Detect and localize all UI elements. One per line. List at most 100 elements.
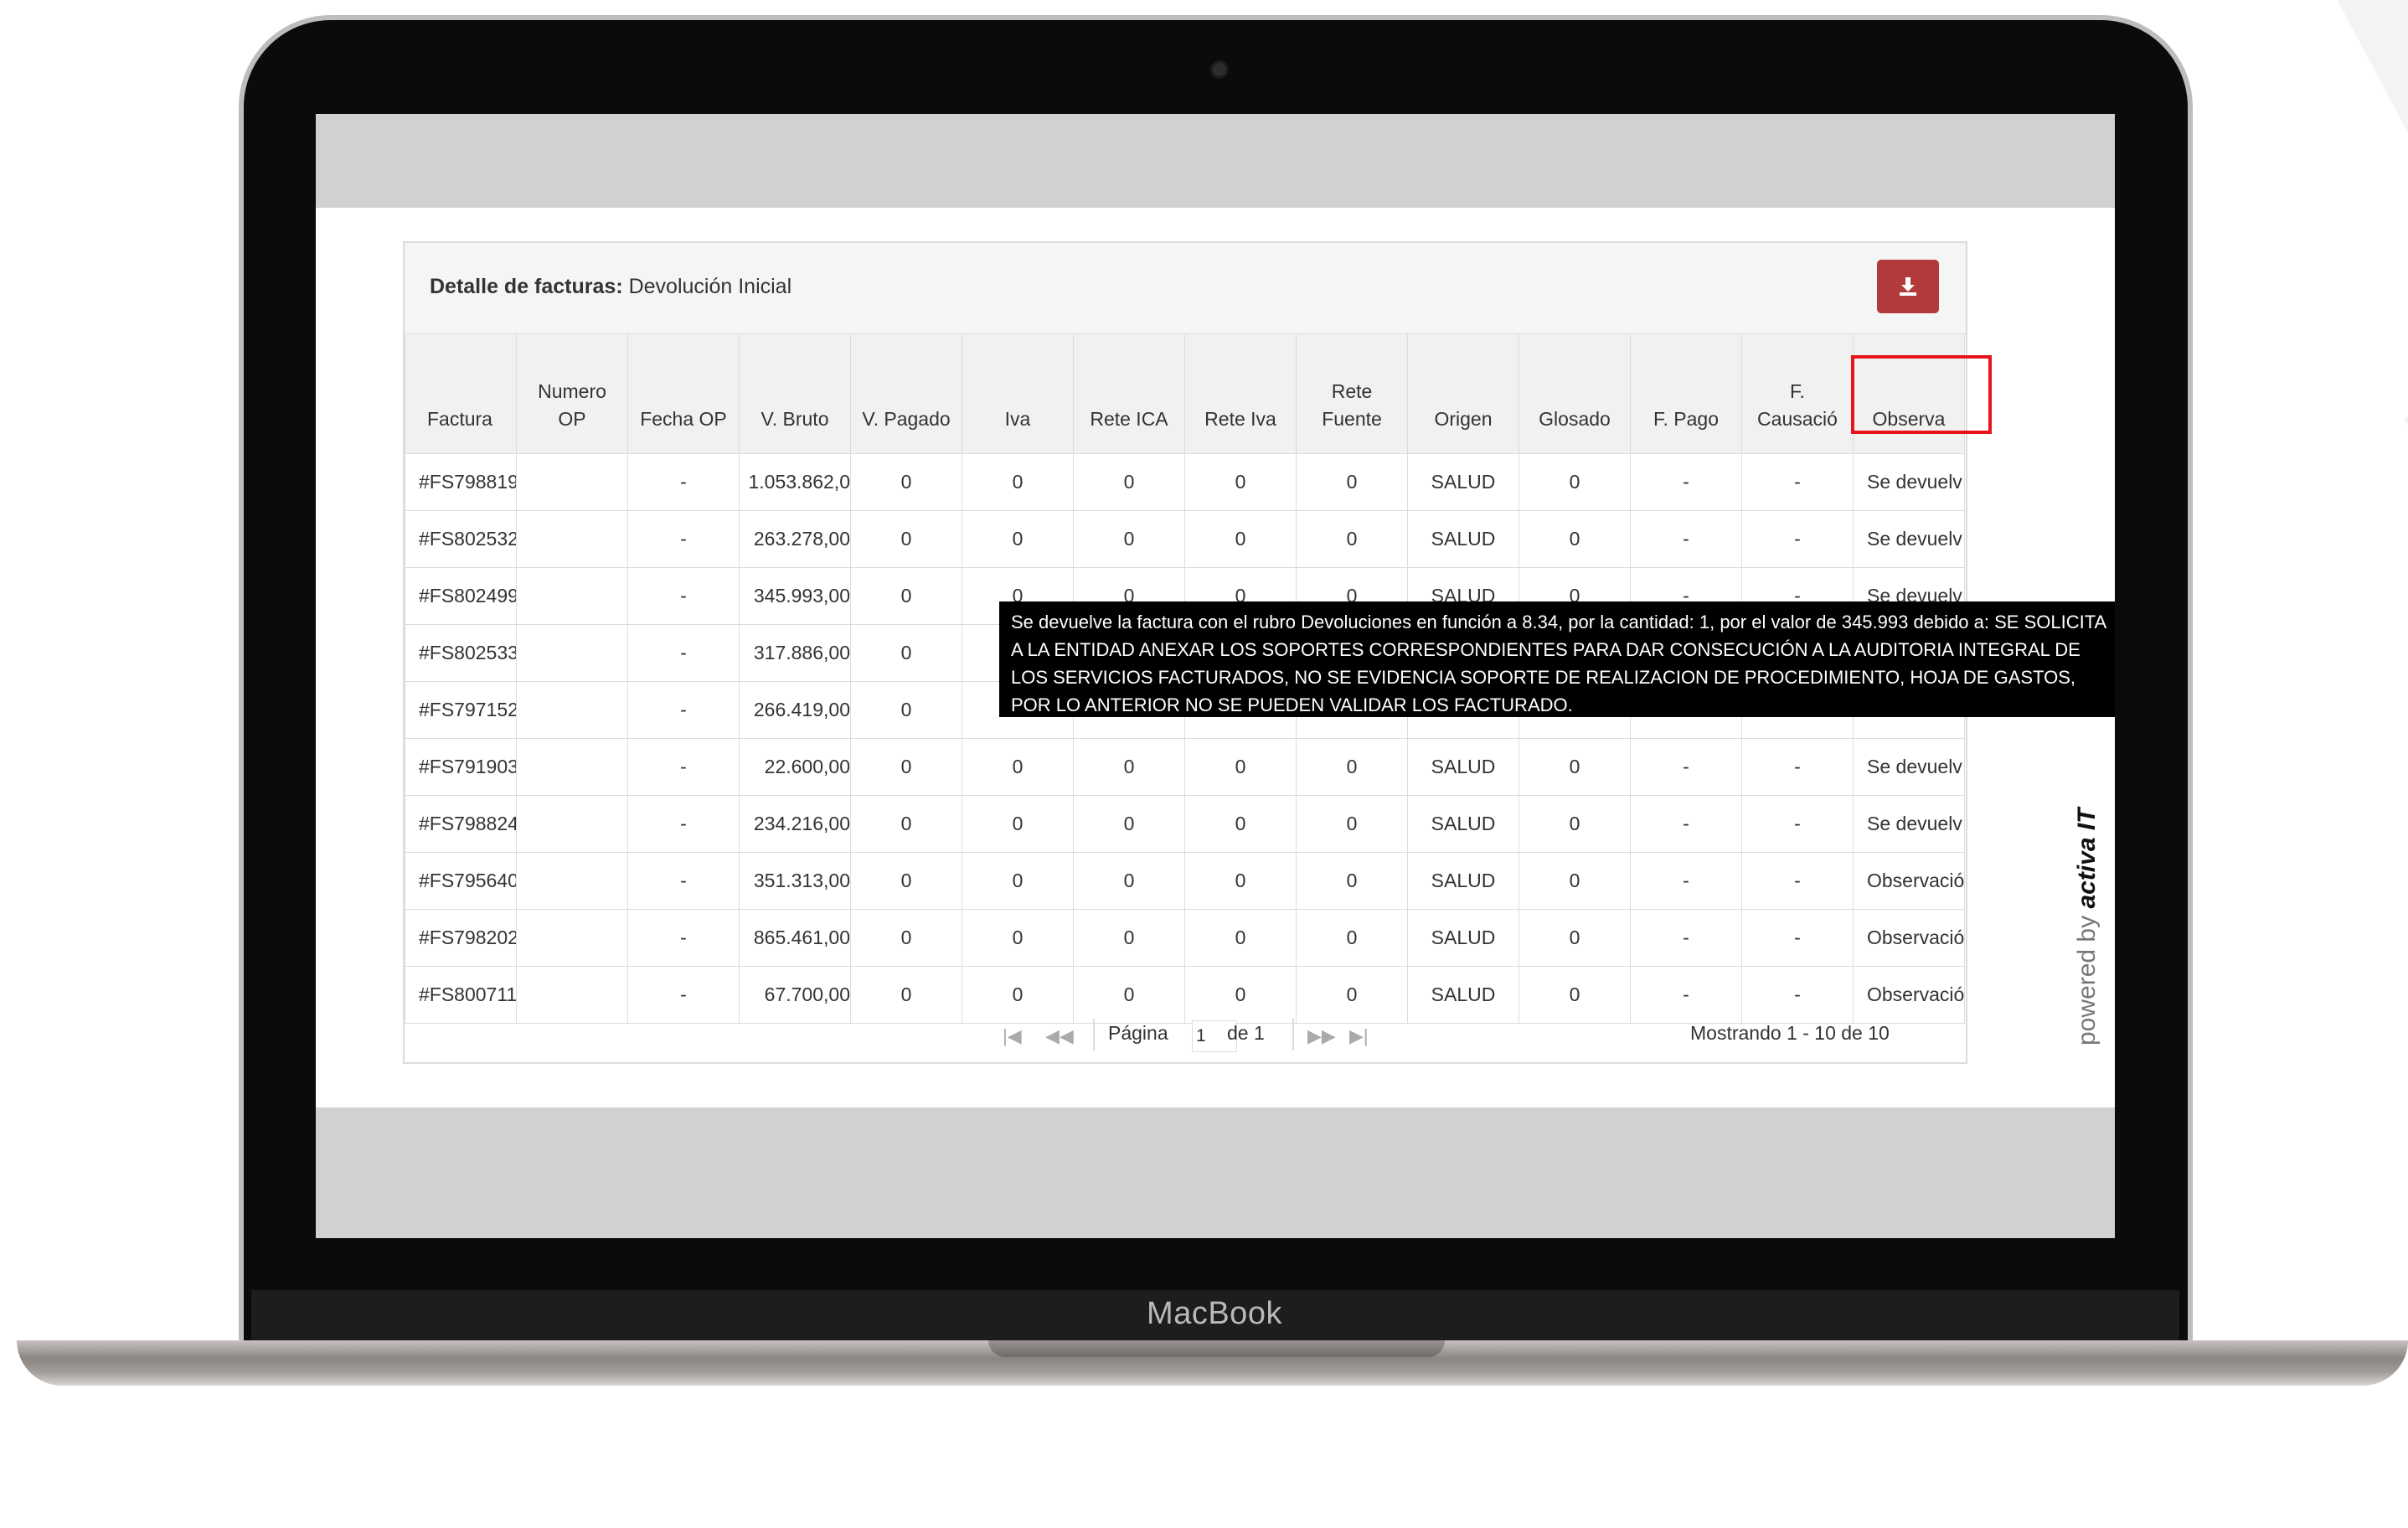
table-cell: - bbox=[627, 681, 740, 739]
column-header[interactable]: Glosado bbox=[1519, 333, 1631, 454]
column-header[interactable]: Origen bbox=[1407, 333, 1519, 454]
table-cell: 0 bbox=[962, 738, 1074, 796]
table-cell: 0 bbox=[1296, 510, 1408, 568]
table-row[interactable]: #FS795640-351.313,00 0 0 0 0 0 SALUD 0- - Observa… bbox=[405, 852, 1965, 910]
column-header[interactable]: Rete Fuente bbox=[1296, 333, 1408, 454]
table-cell: 317.886,00 bbox=[739, 624, 851, 682]
table-cell: 0 bbox=[850, 795, 962, 853]
column-header[interactable]: V. Pagado bbox=[850, 333, 962, 454]
table-cell: 0 bbox=[1073, 738, 1185, 796]
table-cell: 0 bbox=[1184, 453, 1297, 511]
table-cell: SALUD bbox=[1407, 795, 1519, 853]
table-cell: - bbox=[627, 852, 740, 910]
table-cell: 0 bbox=[1073, 852, 1185, 910]
table-cell: 0 bbox=[1296, 909, 1408, 967]
column-header[interactable]: Fecha OP bbox=[627, 333, 740, 454]
table-cell: #FS802499 bbox=[405, 567, 517, 625]
table-row[interactable]: #FS802532-263.278,00 0 0 0 0 0 SALUD 0- - Se devu… bbox=[405, 510, 1965, 568]
table-row[interactable]: #FS798824-234.216,00 0 0 0 0 0 SALUD 0- - Se devu… bbox=[405, 795, 1965, 853]
table-row[interactable]: #FS798202-865.461,00 0 0 0 0 0 SALUD 0- - Observa… bbox=[405, 909, 1965, 967]
table-cell: - bbox=[627, 795, 740, 853]
panel-title: Detalle de facturas: Devolución Inicial bbox=[430, 275, 791, 299]
table-cell: 0 bbox=[1073, 510, 1185, 568]
table-cell: 22.600,00 bbox=[739, 738, 851, 796]
table-cell bbox=[516, 453, 628, 511]
table-cell: #FS791903 bbox=[405, 738, 517, 796]
table-cell: SALUD bbox=[1407, 738, 1519, 796]
table-cell: Se devuelv bbox=[1853, 738, 1965, 796]
table-cell: 0 bbox=[1073, 909, 1185, 967]
table-cell: 0 bbox=[850, 738, 962, 796]
table-cell: 0 bbox=[1184, 738, 1297, 796]
table-cell: 0 bbox=[1519, 453, 1631, 511]
column-header[interactable]: Factura bbox=[405, 333, 517, 454]
column-header[interactable]: V. Bruto bbox=[739, 333, 851, 454]
table-cell: 263.278,00 bbox=[739, 510, 851, 568]
table-cell: 0 bbox=[1519, 738, 1631, 796]
table-cell: 0 bbox=[1184, 795, 1297, 853]
table-cell: - bbox=[1741, 909, 1854, 967]
brand-label: MacBook bbox=[1147, 1296, 1282, 1331]
table-body: #FS798819-1.053.862,0 0 0 0 0 0 SALUD 0- - Se dev… bbox=[405, 453, 1965, 1024]
table-cell: - bbox=[1741, 510, 1854, 568]
table-cell: Se devuelv bbox=[1853, 453, 1965, 511]
next-page-icon[interactable]: ▶▶ bbox=[1307, 1025, 1336, 1047]
table-cell bbox=[516, 567, 628, 625]
table-cell: Observació bbox=[1853, 909, 1965, 967]
column-header[interactable]: F. Pago bbox=[1630, 333, 1742, 454]
table-cell bbox=[516, 681, 628, 739]
table-cell: Se devuelv bbox=[1853, 510, 1965, 568]
panel-header: Detalle de facturas: Devolución Inicial bbox=[405, 243, 1966, 335]
download-button[interactable] bbox=[1877, 260, 1939, 313]
table-cell: #FS802533 bbox=[405, 624, 517, 682]
column-header[interactable]: Rete ICA bbox=[1073, 333, 1185, 454]
table-cell: #FS802532 bbox=[405, 510, 517, 568]
records-count: Mostrando 1 - 10 de 10 bbox=[1690, 1022, 1890, 1044]
pagination: |◀ ◀◀ Página de 1 ▶▶ ▶| Mostrando 1 - 10… bbox=[405, 1005, 1966, 1064]
table-cell: - bbox=[627, 567, 740, 625]
camera-icon bbox=[1210, 60, 1229, 79]
table-cell: #FS795640 bbox=[405, 852, 517, 910]
table-cell: 0 bbox=[962, 852, 1074, 910]
table-cell bbox=[516, 510, 628, 568]
table-cell: - bbox=[1630, 795, 1742, 853]
panel-title-value: Devolución Inicial bbox=[628, 275, 792, 298]
table-cell: - bbox=[1630, 453, 1742, 511]
table-cell: 0 bbox=[1073, 795, 1185, 853]
column-header[interactable]: Rete Iva bbox=[1184, 333, 1297, 454]
table-row[interactable]: #FS798819-1.053.862,0 0 0 0 0 0 SALUD 0- - Se dev… bbox=[405, 453, 1965, 511]
first-page-icon[interactable]: |◀ bbox=[1003, 1025, 1022, 1047]
table-cell: 234.216,00 bbox=[739, 795, 851, 853]
table-header-row: Factura Numero OP Fecha OP V. Bruto V. P… bbox=[405, 333, 1965, 454]
table-cell: - bbox=[1630, 738, 1742, 796]
last-page-icon[interactable]: ▶| bbox=[1349, 1025, 1369, 1047]
column-header[interactable]: Numero OP bbox=[516, 333, 628, 454]
page-label: Página bbox=[1108, 1022, 1168, 1044]
table-cell: - bbox=[1741, 795, 1854, 853]
table-cell: Observació bbox=[1853, 852, 1965, 910]
table-cell: 0 bbox=[850, 510, 962, 568]
table-cell: SALUD bbox=[1407, 510, 1519, 568]
table-cell: 0 bbox=[962, 909, 1074, 967]
table-cell: Se devuelv bbox=[1853, 795, 1965, 853]
pager-separator bbox=[1292, 1019, 1294, 1050]
table-cell: - bbox=[627, 453, 740, 511]
table-cell: 0 bbox=[850, 681, 962, 739]
table-cell: - bbox=[627, 510, 740, 568]
previous-page-icon[interactable]: ◀◀ bbox=[1045, 1025, 1074, 1047]
table-cell: - bbox=[1741, 738, 1854, 796]
column-header[interactable]: F. Causació bbox=[1741, 333, 1854, 454]
powered-brand: activa IT bbox=[2073, 808, 2101, 909]
laptop-notch bbox=[988, 1340, 1445, 1357]
table-cell: - bbox=[627, 909, 740, 967]
table-cell: 0 bbox=[1296, 852, 1408, 910]
observation-column-highlight bbox=[1851, 355, 1992, 434]
table-cell: 0 bbox=[1184, 510, 1297, 568]
table-cell: 0 bbox=[1519, 510, 1631, 568]
table-cell: 0 bbox=[850, 624, 962, 682]
table-cell: 0 bbox=[1184, 852, 1297, 910]
download-icon bbox=[1900, 277, 1916, 296]
table-row[interactable]: #FS791903-22.600,00 0 0 0 0 0 SALUD 0- - Se devue… bbox=[405, 738, 1965, 796]
powered-prefix: powered by bbox=[2073, 915, 2101, 1045]
column-header[interactable]: Iva bbox=[962, 333, 1074, 454]
